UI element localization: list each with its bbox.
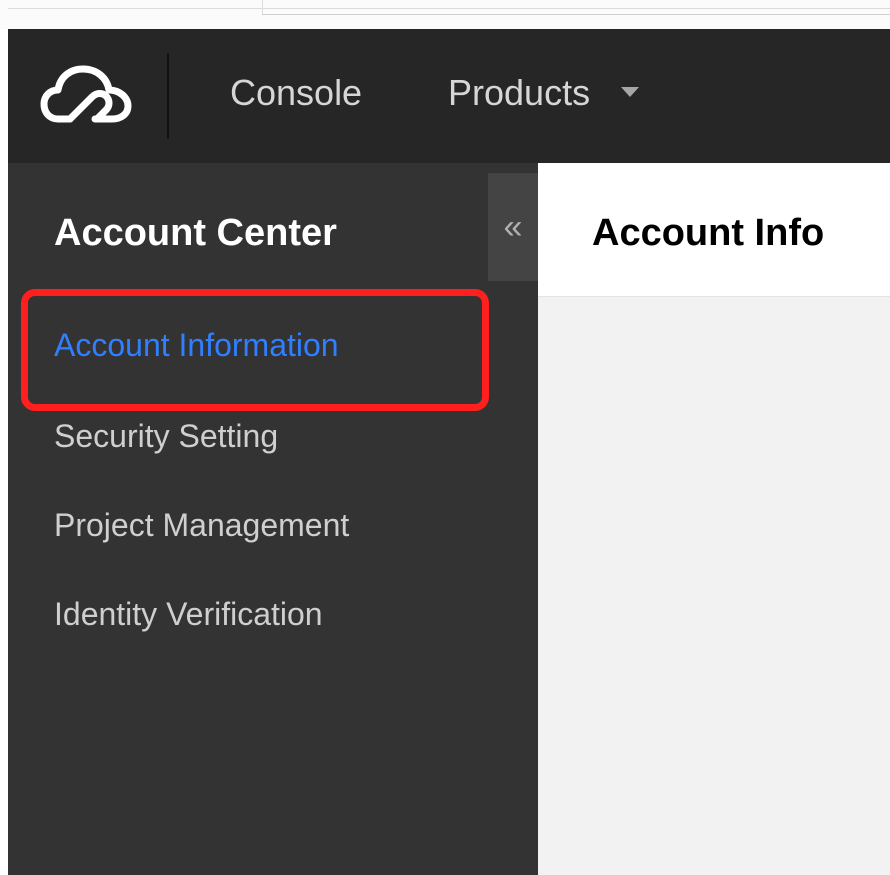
highlight-annotation-box — [21, 289, 489, 411]
nav-products-menu[interactable]: Products — [448, 69, 590, 117]
console-app: Console Products Account Center « Accoun… — [8, 29, 890, 875]
content-header: Account Info — [538, 163, 890, 297]
sidebar: Account Center « Account Information Sec… — [8, 163, 538, 875]
top-navigation: Console Products — [8, 29, 890, 163]
nav-console-link[interactable]: Console — [230, 69, 362, 117]
nav-divider — [167, 53, 169, 139]
sidebar-title: Account Center — [54, 212, 337, 254]
page-title: Account Info — [592, 212, 825, 254]
screenshot-frame: Console Products Account Center « Accoun… — [0, 0, 890, 875]
browser-divider — [262, 14, 890, 15]
sidebar-item-identity-verification[interactable]: Identity Verification — [54, 592, 323, 636]
content-area — [538, 297, 890, 875]
sidebar-item-project-management[interactable]: Project Management — [54, 503, 349, 547]
cloud-logo-icon[interactable] — [40, 63, 132, 129]
sidebar-item-security-setting[interactable]: Security Setting — [54, 414, 278, 458]
browser-chrome-strip — [0, 0, 890, 29]
double-chevron-left-icon[interactable]: « — [488, 173, 538, 281]
browser-divider — [262, 0, 263, 14]
caret-down-icon[interactable] — [621, 87, 639, 97]
browser-divider — [8, 8, 890, 9]
